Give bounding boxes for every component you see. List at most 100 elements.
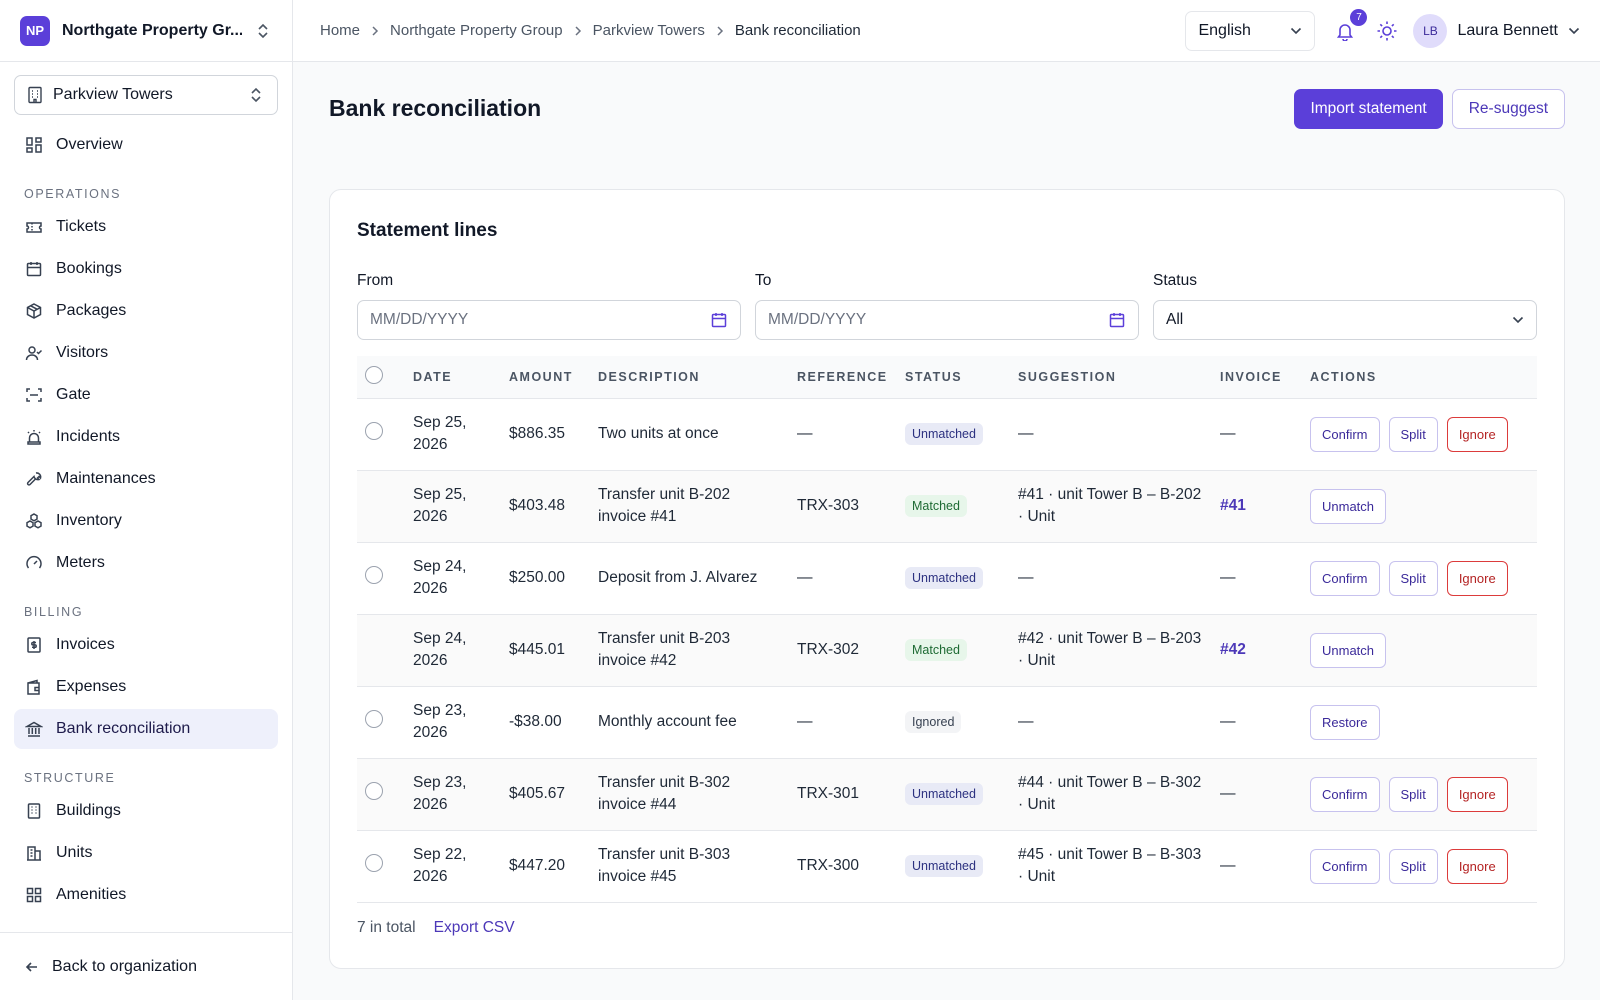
to-date-placeholder: MM/DD/YYYY <box>768 311 867 328</box>
from-date-input[interactable]: MM/DD/YYYY <box>357 300 741 340</box>
statement-lines-card: Statement lines From MM/DD/YYYY To MM/DD… <box>329 189 1565 969</box>
cell-suggestion: #44 · unit Tower B – B-302 · Unit <box>1010 758 1212 831</box>
confirm-button[interactable]: Confirm <box>1310 560 1380 596</box>
breadcrumb-building[interactable]: Parkview Towers <box>593 22 705 39</box>
split-button[interactable]: Split <box>1388 776 1438 812</box>
description-value: Transfer unit B-302 invoice #44 <box>598 774 731 813</box>
column-header-description[interactable]: DESCRIPTION <box>590 356 789 399</box>
reference-value: — <box>797 425 813 442</box>
row-checkbox[interactable] <box>365 421 383 440</box>
sidebar: NP Northgate Property Gr... Parkview Tow… <box>0 0 293 1000</box>
table-body: Sep 25, 2026 $886.35 Two units at once — Unm… <box>357 398 1537 903</box>
row-checkbox[interactable] <box>365 853 383 872</box>
calendar-icon[interactable] <box>710 311 728 329</box>
import-statement-button[interactable]: Import statement <box>1294 88 1443 129</box>
invoice-link[interactable]: #41 <box>1220 497 1246 514</box>
re-suggest-button[interactable]: Re-suggest <box>1451 88 1565 129</box>
language-select[interactable]: English <box>1185 10 1316 51</box>
theme-toggle-button[interactable] <box>1375 19 1399 43</box>
column-header-amount[interactable]: AMOUNT <box>501 356 590 399</box>
description-value: Transfer unit B-303 invoice #45 <box>598 846 731 885</box>
sidebar-item-inventory[interactable]: Inventory <box>14 501 278 541</box>
sidebar-item-bank-reconciliation[interactable]: Bank reconciliation <box>14 709 278 749</box>
table-row: Sep 22, 2026 $447.20 Transfer unit B-303 i… <box>357 830 1537 903</box>
confirm-button[interactable]: Confirm <box>1310 776 1380 812</box>
confirm-button[interactable]: Confirm <box>1310 416 1380 452</box>
user-menu[interactable]: LB Laura Bennett <box>1413 13 1580 48</box>
table-row: Sep 23, 2026 $405.67 Transfer unit B-302 i… <box>357 758 1537 831</box>
row-checkbox[interactable] <box>365 565 383 584</box>
column-header-date[interactable]: DATE <box>405 356 501 399</box>
invoice-link[interactable]: #42 <box>1220 641 1246 658</box>
sidebar-item-packages[interactable]: Packages <box>14 291 278 331</box>
dashboard-icon <box>24 135 44 155</box>
ignore-button[interactable]: Ignore <box>1446 560 1508 596</box>
suggestion-value: #44 · unit Tower B – B-302 · Unit <box>1018 774 1202 813</box>
filters: From MM/DD/YYYY To MM/DD/YYYY Status All <box>357 272 1537 340</box>
scan-icon <box>24 385 44 405</box>
cell-reference: — <box>789 542 897 615</box>
export-csv-link[interactable]: Export CSV <box>434 919 515 937</box>
row-select-cell <box>357 830 405 903</box>
breadcrumb-home[interactable]: Home <box>320 22 360 39</box>
sidebar-item-amenities[interactable]: Amenities <box>14 875 278 915</box>
sidebar-item-label: Overview <box>56 136 123 153</box>
column-header-suggestion[interactable]: SUGGESTION <box>1010 356 1212 399</box>
cell-suggestion: #42 · unit Tower B – B-203 · Unit <box>1010 614 1212 687</box>
row-checkbox[interactable] <box>365 709 383 728</box>
building-select-value: Parkview Towers <box>53 86 173 103</box>
calendar-icon[interactable] <box>1108 311 1126 329</box>
notifications-button[interactable]: 7 <box>1333 8 1368 43</box>
reference-value: TRX-301 <box>797 785 860 802</box>
building-select[interactable]: Parkview Towers <box>14 75 278 115</box>
status-select[interactable]: All <box>1153 300 1537 340</box>
cell-amount: $405.67 <box>501 758 590 831</box>
restore-button[interactable]: Restore <box>1310 704 1380 740</box>
column-header-reference[interactable]: REFERENCE <box>789 356 897 399</box>
breadcrumb-org[interactable]: Northgate Property Group <box>390 22 563 39</box>
cell-description: Transfer unit B-303 invoice #45 <box>590 830 789 903</box>
sidebar-item-bookings[interactable]: Bookings <box>14 249 278 289</box>
chevron-down-icon <box>1512 316 1524 324</box>
cell-suggestion: #45 · unit Tower B – B-303 · Unit <box>1010 830 1212 903</box>
split-button[interactable]: Split <box>1388 416 1438 452</box>
date-value: Sep 24, 2026 <box>413 630 467 669</box>
row-checkbox[interactable] <box>365 781 383 800</box>
column-header-status[interactable]: STATUS <box>897 356 1010 399</box>
unmatch-button[interactable]: Unmatch <box>1310 632 1387 668</box>
sidebar-item-tickets[interactable]: Tickets <box>14 207 278 247</box>
split-button[interactable]: Split <box>1388 560 1438 596</box>
org-switcher[interactable]: NP Northgate Property Gr... <box>0 0 292 62</box>
sidebar-item-overview[interactable]: Overview <box>14 125 278 165</box>
column-header-invoice[interactable]: INVOICE <box>1212 356 1302 399</box>
sidebar-item-incidents[interactable]: Incidents <box>14 417 278 457</box>
sidebar-item-buildings[interactable]: Buildings <box>14 791 278 831</box>
reference-value: TRX-300 <box>797 857 860 874</box>
cell-invoice: #41 <box>1212 470 1302 543</box>
sidebar-item-visitors[interactable]: Visitors <box>14 333 278 373</box>
ignore-button[interactable]: Ignore <box>1446 776 1508 812</box>
split-button[interactable]: Split <box>1388 848 1438 884</box>
sidebar-item-gate[interactable]: Gate <box>14 375 278 415</box>
invoice-value: — <box>1220 785 1236 802</box>
ignore-button[interactable]: Ignore <box>1446 416 1508 452</box>
sun-icon <box>1376 20 1398 42</box>
unmatch-button[interactable]: Unmatch <box>1310 488 1387 524</box>
status-badge: Unmatched <box>905 855 983 877</box>
select-all-checkbox[interactable] <box>365 366 383 385</box>
sidebar-item-expenses[interactable]: Expenses <box>14 667 278 707</box>
filter-to-label: To <box>755 272 772 289</box>
status-badge: Unmatched <box>905 423 983 445</box>
cell-invoice: — <box>1212 758 1302 831</box>
back-to-organization-link[interactable]: Back to organization <box>0 932 292 1000</box>
sidebar-item-meters[interactable]: Meters <box>14 543 278 583</box>
cell-amount: $250.00 <box>501 542 590 615</box>
to-date-input[interactable]: MM/DD/YYYY <box>755 300 1139 340</box>
sidebar-item-maintenances[interactable]: Maintenances <box>14 459 278 499</box>
topbar: Home Northgate Property Group Parkview T… <box>293 0 1600 62</box>
sidebar-item-invoices[interactable]: Invoices <box>14 625 278 665</box>
table-row: Sep 23, 2026 -$38.00 Monthly account fee — I… <box>357 686 1537 759</box>
ignore-button[interactable]: Ignore <box>1446 848 1508 884</box>
confirm-button[interactable]: Confirm <box>1310 848 1380 884</box>
sidebar-item-units[interactable]: Units <box>14 833 278 873</box>
